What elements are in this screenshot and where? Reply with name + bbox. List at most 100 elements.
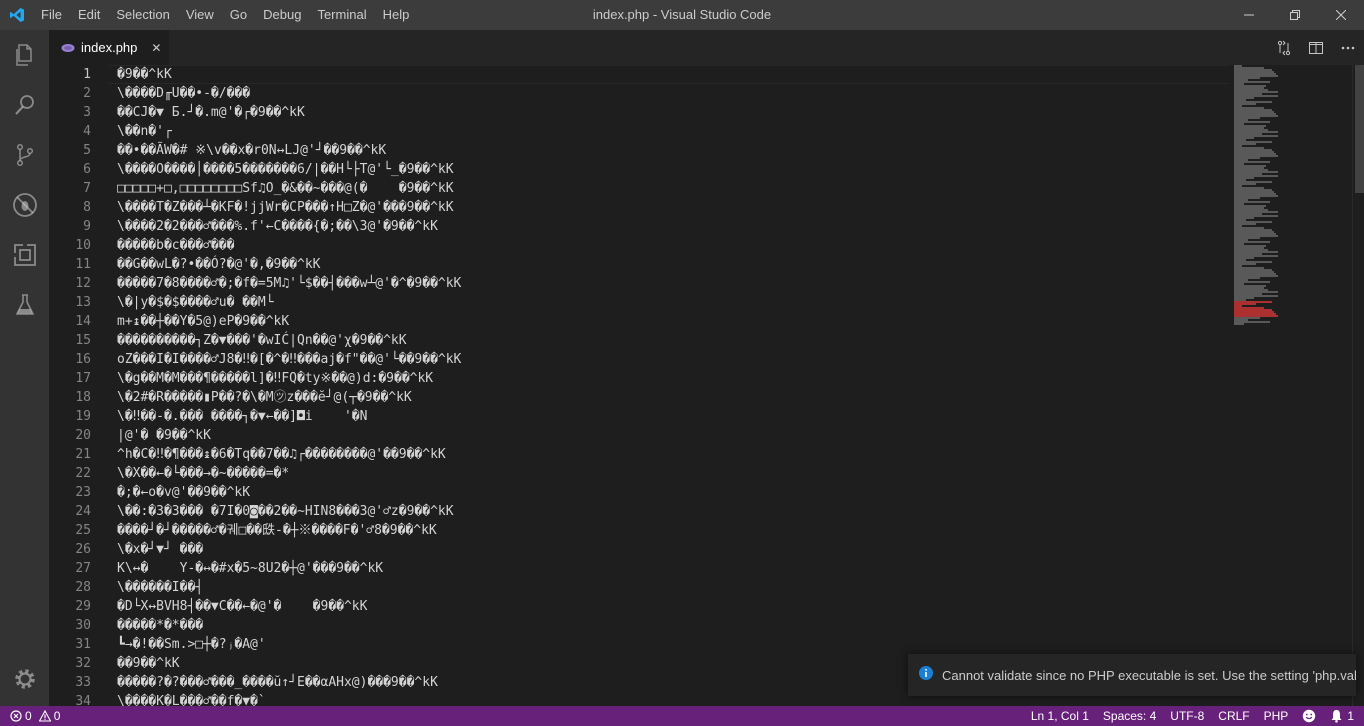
code-line[interactable]: \����2�2���♂���%.f'←C����{�;��\3@'�9��^k… <box>117 217 1227 236</box>
code-line[interactable]: \�|y�$�$����♂u� ��M└ <box>117 293 1227 312</box>
code-text[interactable]: �9��^kK \����D╓U��•-�/��� ��CJ�▼ Б.┘�.m@'�… <box>117 65 1227 706</box>
tab-index-php[interactable]: index.php ✕ <box>49 30 169 65</box>
code-line[interactable]: ����┘�┘�����♂�궤□��㲳-�┼※����F�'♂8�9��^kK <box>117 521 1227 540</box>
code-line[interactable]: �;�←o�v@'��9��^kK <box>117 483 1227 502</box>
notification-count: 1 <box>1347 709 1354 723</box>
code-line[interactable]: ^h�C�‼�¶���↨�6�Tq��7��♫┌��������@'��9��^… <box>117 445 1227 464</box>
line-number: 15 <box>75 333 91 348</box>
status-bar: 0 0 Ln 1, Col 1 Spaces: 4 UTF-8 CRLF PHP… <box>0 706 1364 726</box>
split-editor-icon[interactable] <box>1300 30 1332 65</box>
menu-help[interactable]: Help <box>375 0 418 30</box>
code-line[interactable]: �9��^kK <box>117 65 1227 84</box>
line-number: 8 <box>83 200 91 215</box>
code-line[interactable]: \�x�┘▼┘ ��� <box>117 540 1227 559</box>
line-number: 7 <box>83 181 91 196</box>
code-line[interactable]: \�X��←�└���→�~�����=�* <box>117 464 1227 483</box>
files-icon[interactable] <box>0 30 49 80</box>
source-control-icon[interactable] <box>0 130 49 180</box>
cursor-position[interactable]: Ln 1, Col 1 <box>1024 706 1096 726</box>
line-number-gutter: 1 2 3 4 5 6 7 8 9 10 11 12 13 14 15 16 17 18 19 20 21 22 23 24 2… <box>49 65 109 706</box>
restore-icon[interactable] <box>1272 0 1318 30</box>
code-line[interactable]: \����O����│����5�������6/|��H└├T@'└_�9��… <box>117 160 1227 179</box>
menu-view[interactable]: View <box>178 0 222 30</box>
warning-count: 0 <box>53 709 61 723</box>
code-line[interactable]: \������I��┤ <box>117 578 1227 597</box>
debug-icon[interactable] <box>0 180 49 230</box>
menu-debug[interactable]: Debug <box>255 0 309 30</box>
bell-icon <box>1330 709 1343 723</box>
notification-message: Cannot validate since no PHP executable … <box>942 667 1356 683</box>
gear-icon[interactable] <box>0 654 49 704</box>
line-number: 6 <box>83 162 91 177</box>
line-number: 9 <box>83 219 91 234</box>
code-line[interactable]: \����D╓U��•-�/��� <box>117 84 1227 103</box>
code-line[interactable]: �D└X↔BVH8┤��▼C��←�@'� �9��^kK <box>117 597 1227 616</box>
code-line[interactable]: \�g��M�M���¶�����l]�‼FQ�ty※��@)d:�9��^kK <box>117 369 1227 388</box>
line-number: 26 <box>75 542 91 557</box>
code-line[interactable]: □□□□□+□,□□□□□□□□Sf♫O_�&��~���@(� �9��^kK <box>117 179 1227 198</box>
code-editor[interactable]: 1 2 3 4 5 6 7 8 9 10 11 12 13 14 15 16 17 18 19 20 21 22 23 24 2… <box>49 65 1364 706</box>
line-number: 32 <box>75 656 91 671</box>
menu-terminal[interactable]: Terminal <box>309 0 374 30</box>
feedback-smiley-icon[interactable] <box>1295 709 1323 723</box>
code-line[interactable]: �����b�c���♂��� <box>117 236 1227 255</box>
language-mode[interactable]: PHP <box>1257 706 1296 726</box>
code-line[interactable]: ����������┐Z�▼���'�wIĆ|Qn��@'χ�9��^kK <box>117 331 1227 350</box>
line-number: 20 <box>75 428 91 443</box>
menu-edit[interactable]: Edit <box>70 0 108 30</box>
line-number: 23 <box>75 485 91 500</box>
code-line[interactable]: ┗→�!��Sm.>□┼�?ⱼ�A@' <box>117 635 1227 654</box>
notifications-bell[interactable]: 1 <box>1323 706 1364 726</box>
code-line[interactable]: �����*�*��� <box>117 616 1227 635</box>
minimap[interactable] <box>1234 65 1354 706</box>
line-number: 14 <box>75 314 91 329</box>
more-actions-icon[interactable] <box>1332 30 1364 65</box>
line-number: 19 <box>75 409 91 424</box>
tab-label: index.php <box>81 40 138 55</box>
open-changes-icon[interactable] <box>1268 30 1300 65</box>
menu-go[interactable]: Go <box>222 0 255 30</box>
encoding[interactable]: UTF-8 <box>1163 706 1211 726</box>
indentation[interactable]: Spaces: 4 <box>1096 706 1163 726</box>
menu-file[interactable]: File <box>33 0 70 30</box>
menu-selection[interactable]: Selection <box>108 0 177 30</box>
line-number: 22 <box>75 466 91 481</box>
close-tab-icon[interactable]: ✕ <box>151 41 161 55</box>
test-flask-icon[interactable] <box>0 280 49 330</box>
code-line[interactable]: ��G��wL�?•��Ó?�@'�,�9��^kK <box>117 255 1227 274</box>
code-line[interactable]: oZ���I�I����♂J8�‼�[�^�‼���aj�f"��@'└��9�… <box>117 350 1227 369</box>
end-of-line[interactable]: CRLF <box>1211 706 1256 726</box>
scrollbar-thumb[interactable] <box>1355 65 1364 193</box>
code-line[interactable]: \�2#�R�����▮P��?�\�M㋡z���ĕ┘@(┬�9��^kK <box>117 388 1227 407</box>
notification-toast[interactable]: Cannot validate since no PHP executable … <box>908 654 1356 696</box>
code-line[interactable]: ��•��ÃW�# ※\v��x�r0N↔LJ@'┘��9��^kK <box>117 141 1227 160</box>
search-icon[interactable] <box>0 80 49 130</box>
error-icon <box>10 710 22 722</box>
code-line[interactable]: m+↨��┼��Y�5@)eP�9��^kK <box>117 312 1227 331</box>
info-icon <box>918 665 934 685</box>
line-number: 18 <box>75 390 91 405</box>
code-line[interactable]: K\↔� Y-�↔�#x�5~8U2�┼@'���9��^kK <box>117 559 1227 578</box>
line-number: 16 <box>75 352 91 367</box>
code-line[interactable]: |@'� �9��^kK <box>117 426 1227 445</box>
code-line[interactable]: \����T�Z���┴�KF�!jjWr�CP���↑H□Z�@'���9��… <box>117 198 1227 217</box>
line-number: 12 <box>75 276 91 291</box>
line-number: 2 <box>83 86 91 101</box>
menu-bar: File Edit Selection View Go Debug Terminal Help <box>33 0 417 30</box>
close-window-icon[interactable] <box>1318 0 1364 30</box>
code-line[interactable]: ��CJ�▼ Б.┘�.m@'�┌�9��^kK <box>117 103 1227 122</box>
code-line[interactable]: �����7�8����♂�;�f�=5M♫'└$��┤���w┴@'�^�9�… <box>117 274 1227 293</box>
code-line[interactable]: \��:�3�3��� �7I�0◙��2��~HIN8���3@'♂z�9��… <box>117 502 1227 521</box>
error-count: 0 <box>25 709 32 723</box>
code-line[interactable]: \�‼��-�.��� ����┐�▼←��]◘i '�N <box>117 407 1227 426</box>
line-number: 21 <box>75 447 91 462</box>
line-number: 17 <box>75 371 91 386</box>
extensions-icon[interactable] <box>0 230 49 280</box>
line-number: 13 <box>75 295 91 310</box>
line-number: 5 <box>83 143 91 158</box>
editor-tabs-bar: index.php ✕ <box>49 30 1364 65</box>
vertical-scrollbar[interactable] <box>1352 65 1364 706</box>
code-line[interactable]: \��n�'┌ <box>117 122 1227 141</box>
problems-indicator[interactable]: 0 0 <box>10 706 67 726</box>
minimize-icon[interactable] <box>1226 0 1272 30</box>
